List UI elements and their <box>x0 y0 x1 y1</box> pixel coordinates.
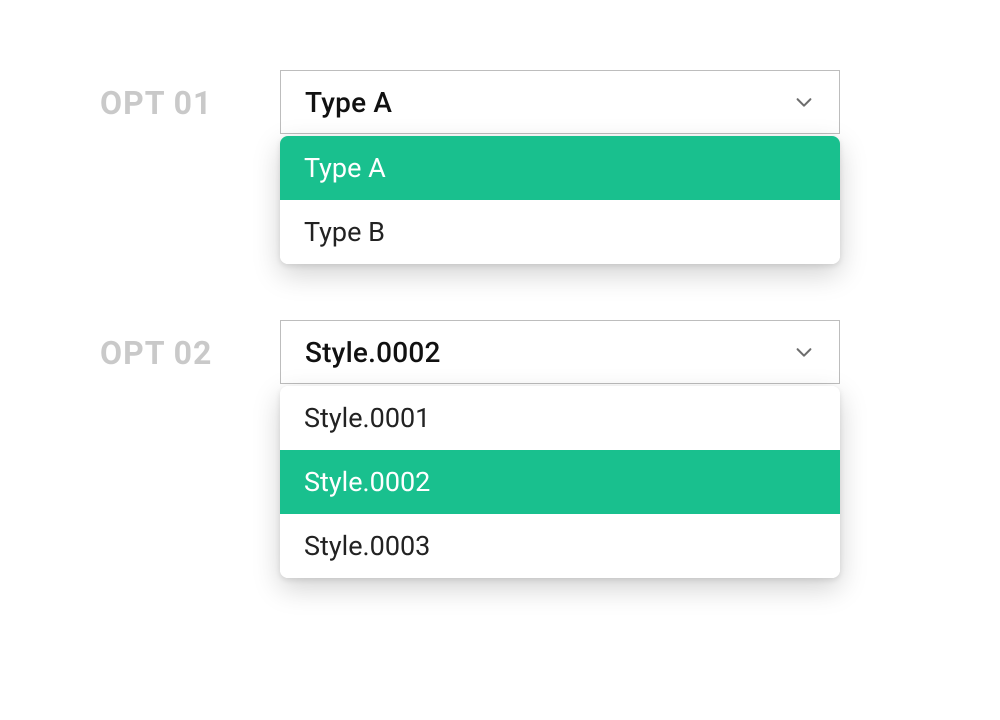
select-value-opt02: Style.0002 <box>305 336 441 369</box>
option-style-0002[interactable]: Style.0002 <box>280 450 840 514</box>
option-type-a[interactable]: Type A <box>280 136 840 200</box>
chevron-down-icon <box>793 91 815 113</box>
field-row-opt02: OPT 02 Style.0002 Style.0001 Style.0002 … <box>100 320 900 578</box>
select-opt02[interactable]: Style.0002 <box>280 320 840 384</box>
option-style-0003[interactable]: Style.0003 <box>280 514 840 578</box>
dropdown-opt01: Type A Type B <box>280 136 840 264</box>
field-label-opt02: OPT 02 <box>100 320 280 372</box>
field-label-opt01: OPT 01 <box>100 70 280 122</box>
select-value-opt01: Type A <box>305 86 392 119</box>
select-wrap-opt01: Type A Type A Type B <box>280 70 840 264</box>
option-type-b[interactable]: Type B <box>280 200 840 264</box>
chevron-down-icon <box>793 341 815 363</box>
dropdown-opt02: Style.0001 Style.0002 Style.0003 <box>280 386 840 578</box>
option-style-0001[interactable]: Style.0001 <box>280 386 840 450</box>
select-wrap-opt02: Style.0002 Style.0001 Style.0002 Style.0… <box>280 320 840 578</box>
select-opt01[interactable]: Type A <box>280 70 840 134</box>
field-row-opt01: OPT 01 Type A Type A Type B <box>100 70 900 264</box>
